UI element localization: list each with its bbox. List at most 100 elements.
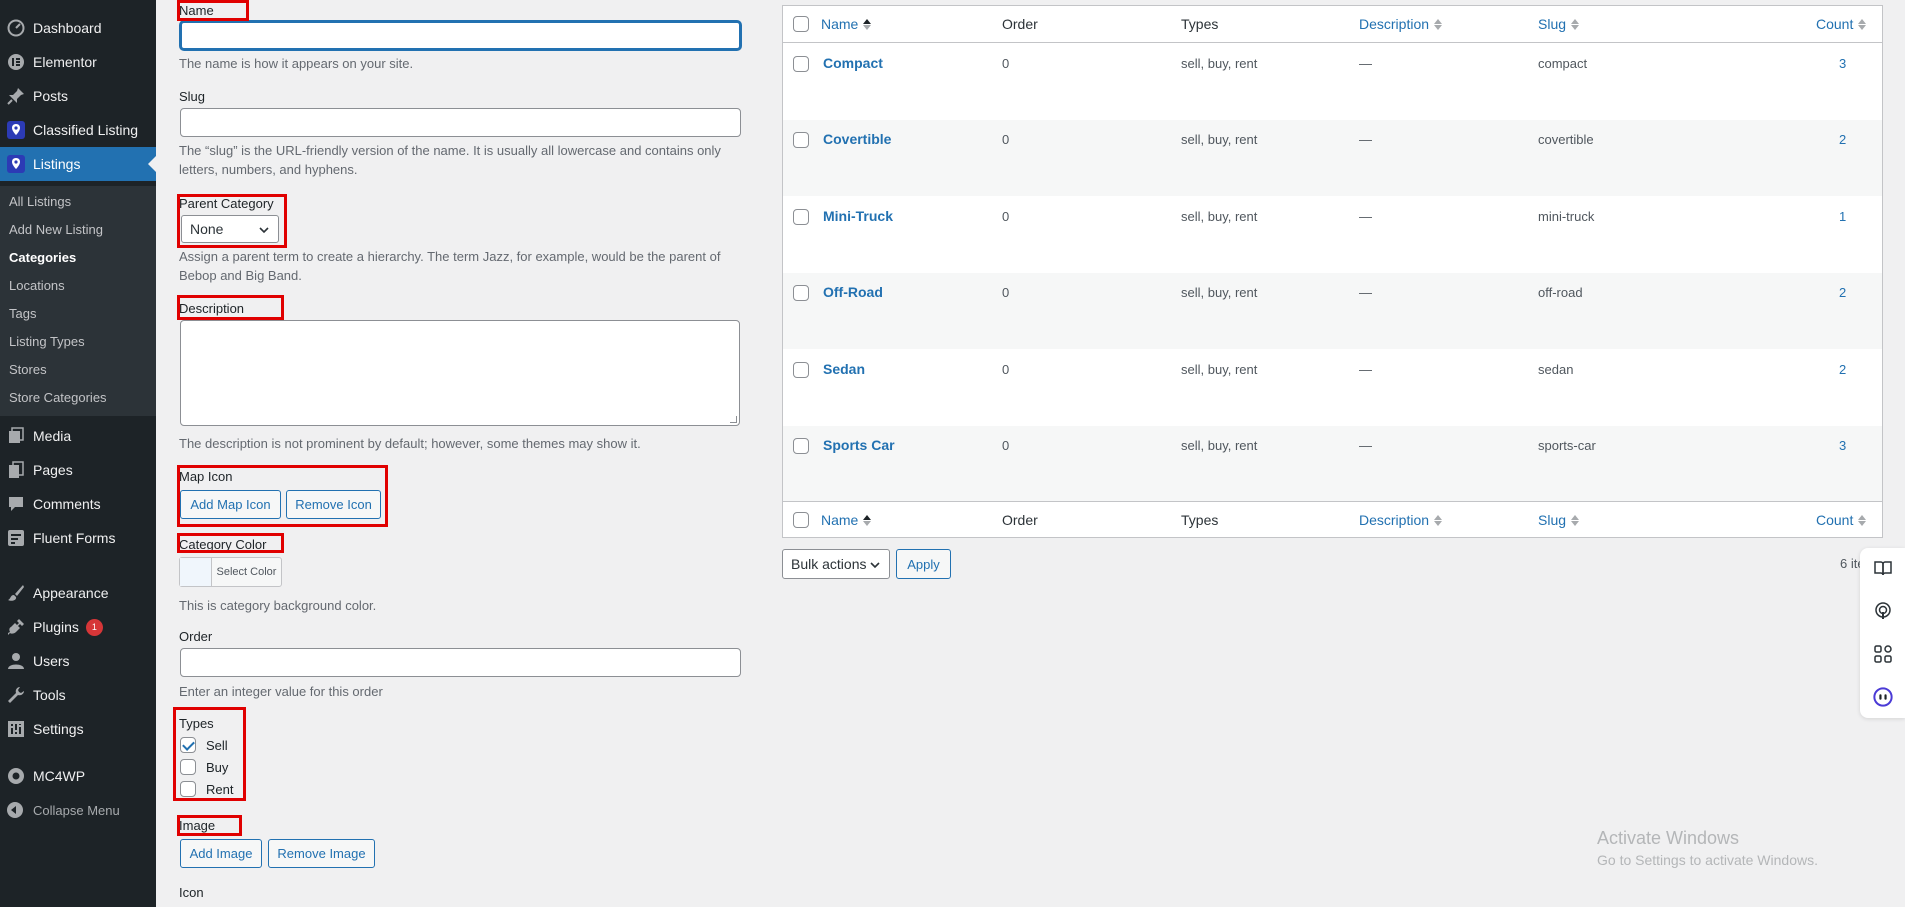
row-name-link[interactable]: Sedan [823, 361, 865, 377]
highlight-box [177, 533, 284, 553]
menu-pages[interactable]: Pages [0, 453, 156, 487]
select-all-checkbox[interactable] [793, 16, 809, 32]
column-count[interactable]: Count [1816, 16, 1867, 32]
row-name-link[interactable]: Off-Road [823, 284, 883, 300]
plugin-icon [6, 617, 26, 637]
row-checkbox[interactable] [793, 132, 809, 148]
collapse-menu-button[interactable]: Collapse Menu [0, 793, 156, 827]
column-slug[interactable]: Slug [1538, 512, 1580, 528]
highlight-box [173, 707, 246, 801]
menu-settings[interactable]: Settings [0, 712, 156, 746]
resize-grip-icon[interactable] [730, 416, 737, 423]
bulk-actions-select[interactable]: Bulk actions [782, 549, 890, 579]
color-swatch [180, 558, 212, 586]
windows-activation-watermark: Activate Windows Go to Settings to activ… [1597, 828, 1818, 868]
menu-users[interactable]: Users [0, 644, 156, 678]
select-all-checkbox[interactable] [793, 512, 809, 528]
forms-icon [6, 528, 26, 548]
collapse-icon [7, 802, 23, 818]
menu-elementor[interactable]: Elementor [0, 45, 156, 79]
book-icon[interactable] [1873, 558, 1893, 578]
row-count-link[interactable]: 2 [1839, 362, 1846, 377]
submenu-stores[interactable]: Stores [9, 362, 47, 377]
column-order: Order [1002, 16, 1038, 32]
menu-dashboard[interactable]: Dashboard [0, 11, 156, 45]
column-slug[interactable]: Slug [1538, 16, 1580, 32]
listings-submenu: All Listings Add New Listing Categories … [0, 186, 156, 416]
submenu-listing-types[interactable]: Listing Types [9, 334, 85, 349]
remove-image-button[interactable]: Remove Image [268, 839, 375, 868]
row-name-link[interactable]: Compact [823, 55, 883, 71]
menu-label: Posts [33, 88, 69, 104]
menu-media[interactable]: Media [0, 419, 156, 453]
row-checkbox[interactable] [793, 438, 809, 454]
row-name-link[interactable]: Covertible [823, 131, 891, 147]
column-description[interactable]: Description [1359, 512, 1443, 528]
select-color-button[interactable]: Select Color [179, 557, 282, 587]
add-image-button[interactable]: Add Image [180, 839, 262, 868]
menu-comments[interactable]: Comments [0, 487, 156, 521]
row-name-link[interactable]: Mini-Truck [823, 208, 893, 224]
categories-table: Name Order Types Description Slug Count … [782, 5, 1883, 538]
apps-icon[interactable] [1873, 644, 1893, 664]
slug-input[interactable] [180, 108, 741, 137]
row-name-link[interactable]: Sports Car [823, 437, 895, 453]
row-count-link[interactable]: 3 [1839, 56, 1846, 71]
menu-label: Fluent Forms [33, 530, 116, 546]
order-input[interactable] [180, 648, 741, 677]
menu-listings[interactable]: Listings [0, 147, 156, 181]
row-checkbox[interactable] [793, 285, 809, 301]
menu-label: MC4WP [33, 768, 86, 784]
submenu-all-listings[interactable]: All Listings [9, 194, 71, 209]
row-checkbox[interactable] [793, 362, 809, 378]
apply-button[interactable]: Apply [896, 549, 951, 579]
submenu-tags[interactable]: Tags [9, 306, 36, 321]
highlight-box [177, 194, 287, 248]
menu-mc4wp[interactable]: MC4WP [0, 759, 156, 793]
bulk-actions-value: Bulk actions [791, 556, 867, 572]
menu-fluent-forms[interactable]: Fluent Forms [0, 521, 156, 555]
podcast-icon[interactable] [1873, 601, 1893, 621]
column-count[interactable]: Count [1816, 512, 1867, 528]
menu-tools[interactable]: Tools [0, 678, 156, 712]
menu-label: Elementor [33, 54, 97, 70]
table-row: Sedan 0 sell, buy, rent — sedan 2 [783, 350, 1882, 426]
assistant-icon[interactable] [1873, 687, 1893, 707]
row-types: sell, buy, rent [1181, 132, 1258, 147]
row-count-link[interactable]: 2 [1839, 285, 1846, 300]
row-count-link[interactable]: 3 [1839, 438, 1846, 453]
row-description: — [1359, 438, 1372, 453]
menu-label: Collapse Menu [33, 802, 120, 818]
menu-appearance[interactable]: Appearance [0, 576, 156, 610]
row-checkbox[interactable] [793, 209, 809, 225]
dashboard-icon [6, 18, 26, 38]
column-name[interactable]: Name [821, 512, 872, 528]
admin-sidebar: Dashboard Elementor Posts Classified Lis… [0, 0, 156, 907]
row-count-link[interactable]: 2 [1839, 132, 1846, 147]
row-slug: compact [1538, 56, 1588, 71]
row-types: sell, buy, rent [1181, 285, 1258, 300]
submenu-categories[interactable]: Categories [9, 250, 76, 265]
submenu-locations[interactable]: Locations [9, 278, 65, 293]
menu-classified-listing[interactable]: Classified Listing [0, 113, 156, 147]
column-name[interactable]: Name [821, 16, 872, 32]
menu-posts[interactable]: Posts [0, 79, 156, 113]
name-input[interactable] [180, 21, 741, 50]
column-description[interactable]: Description [1359, 16, 1443, 32]
highlight-box [177, 295, 284, 320]
sort-icon [1571, 514, 1580, 526]
description-textarea[interactable] [180, 320, 740, 426]
menu-label: Appearance [33, 585, 109, 601]
row-checkbox[interactable] [793, 56, 809, 72]
sort-icon [1858, 18, 1867, 30]
category-color-help: This is category background color. [179, 598, 377, 613]
row-slug: covertible [1538, 132, 1594, 147]
highlight-box [177, 0, 249, 21]
menu-label: Pages [33, 462, 73, 478]
row-count-link[interactable]: 1 [1839, 209, 1846, 224]
submenu-add-new-listing[interactable]: Add New Listing [9, 222, 103, 237]
chevron-down-icon [869, 558, 881, 574]
submenu-store-categories[interactable]: Store Categories [9, 390, 107, 405]
row-order: 0 [1002, 132, 1010, 147]
menu-plugins[interactable]: Plugins 1 [0, 610, 156, 644]
